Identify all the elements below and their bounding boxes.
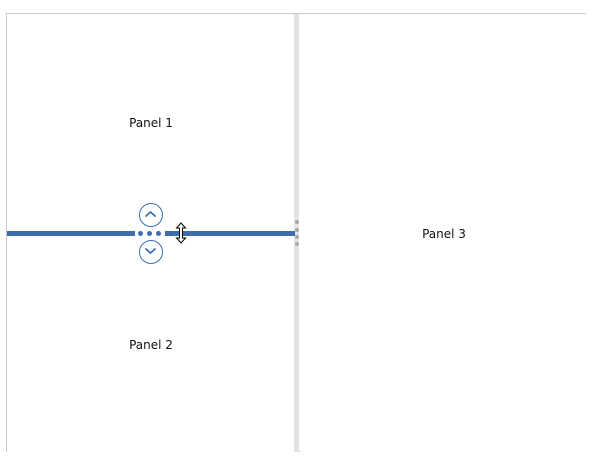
- vertical-splitter-grip[interactable]: [295, 220, 299, 246]
- panel-2: Panel 2: [7, 236, 295, 452]
- panel-2-label: Panel 2: [129, 338, 173, 352]
- panel-3: Panel 3: [300, 14, 586, 452]
- splitter-container: Panel 1 Panel 2 Panel 3: [6, 13, 586, 452]
- chevron-up-icon: [145, 211, 156, 217]
- panel-3-label: Panel 3: [422, 227, 466, 241]
- panel-1: Panel 1: [7, 14, 295, 229]
- horizontal-splitter-grip[interactable]: [138, 231, 162, 236]
- collapse-up-button[interactable]: [139, 203, 163, 227]
- collapse-down-button[interactable]: [139, 240, 163, 264]
- splitter-bar-left-segment[interactable]: [7, 231, 135, 236]
- chevron-down-icon: [145, 248, 156, 254]
- resize-vertical-cursor-icon: [175, 222, 187, 244]
- horizontal-splitter-bar[interactable]: [7, 230, 295, 236]
- panel-1-label: Panel 1: [129, 116, 173, 130]
